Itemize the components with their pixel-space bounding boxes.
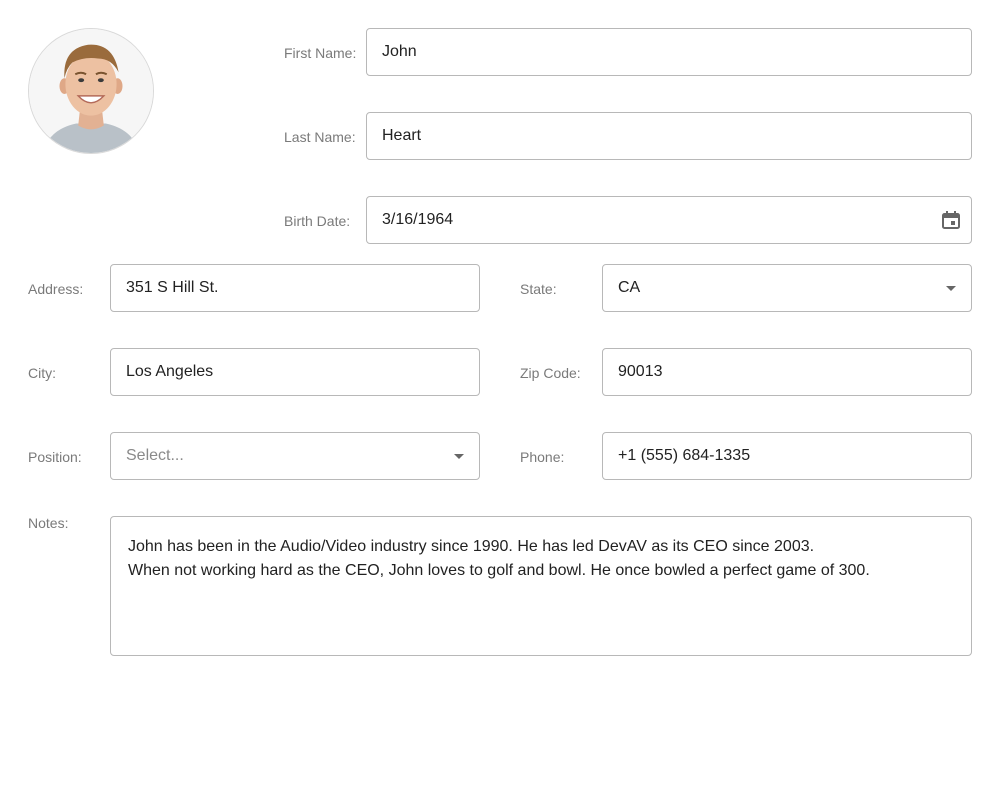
state-value: CA [618, 279, 641, 296]
position-label: Position: [28, 449, 82, 465]
calendar-icon[interactable] [939, 208, 963, 232]
phone-value: +1 (555) 684-1335 [618, 447, 751, 464]
position-placeholder: Select... [126, 447, 184, 464]
last-name-label: Last Name: [284, 129, 356, 145]
employee-photo [29, 29, 153, 153]
first-name-value: John [382, 43, 417, 60]
notes-textarea[interactable]: John has been in the Audio/Video industr… [110, 516, 972, 656]
chevron-down-icon[interactable] [939, 276, 963, 300]
avatar [28, 28, 154, 154]
birth-date-label: Birth Date: [284, 213, 351, 229]
birth-date-field[interactable]: 3/16/1964 [366, 196, 972, 244]
last-name-field[interactable]: Heart [366, 112, 972, 160]
zip-code-field[interactable]: 90013 [602, 348, 972, 396]
city-field[interactable]: Los Angeles [110, 348, 480, 396]
birth-date-value: 3/16/1964 [382, 211, 454, 228]
zip-code-value: 90013 [618, 363, 663, 380]
address-label: Address: [28, 281, 84, 297]
state-label: State: [520, 281, 557, 297]
position-select[interactable]: Select... [110, 432, 480, 480]
notes-line: John has been in the Audio/Video industr… [128, 538, 815, 555]
city-label: City: [28, 365, 56, 381]
first-name-field[interactable]: John [366, 28, 972, 76]
address-field[interactable]: 351 S Hill St. [110, 264, 480, 312]
state-select[interactable]: CA [602, 264, 972, 312]
notes-label: Notes: [28, 515, 69, 531]
phone-label: Phone: [520, 449, 565, 465]
phone-field[interactable]: +1 (555) 684-1335 [602, 432, 972, 480]
notes-line: When not working hard as the CEO, John l… [128, 562, 870, 579]
first-name-label: First Name: [284, 45, 357, 61]
chevron-down-icon[interactable] [447, 444, 471, 468]
city-value: Los Angeles [126, 363, 214, 380]
address-value: 351 S Hill St. [126, 279, 219, 296]
last-name-value: Heart [382, 127, 422, 144]
zip-code-label: Zip Code: [520, 365, 581, 381]
